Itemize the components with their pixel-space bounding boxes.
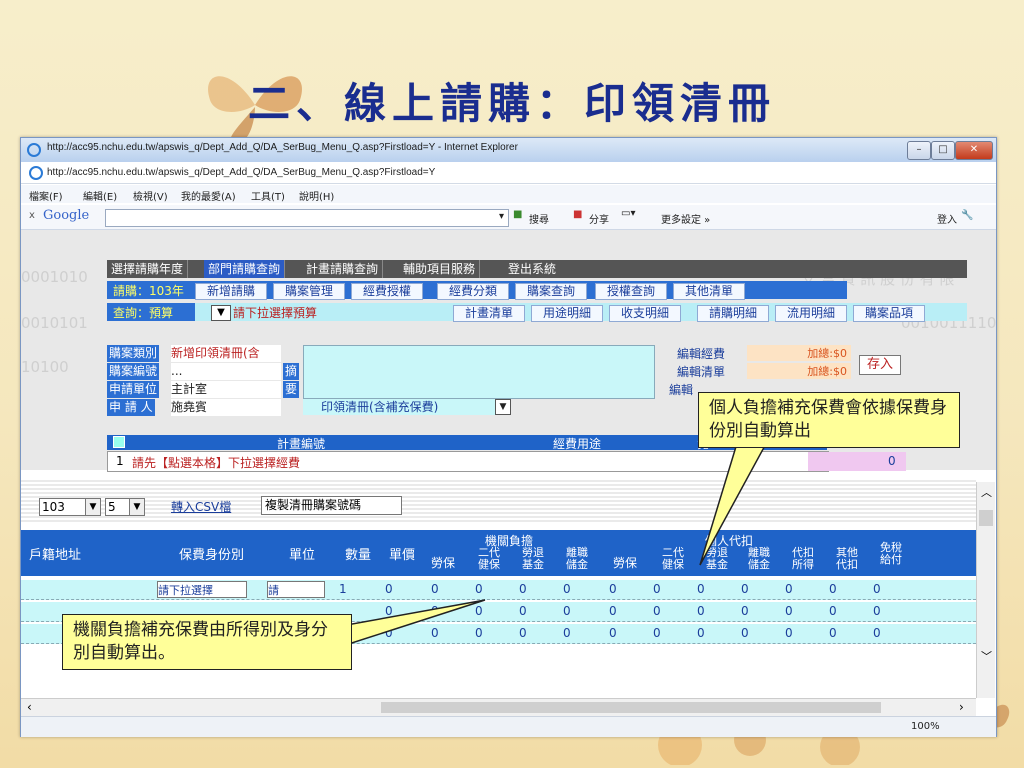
callout-personal: 個人負擔補充保費會依據保費身份別自動算出 <box>698 392 960 448</box>
callout-org: 機關負擔補充保費由所得別及身分別自動算出。 <box>62 614 352 670</box>
